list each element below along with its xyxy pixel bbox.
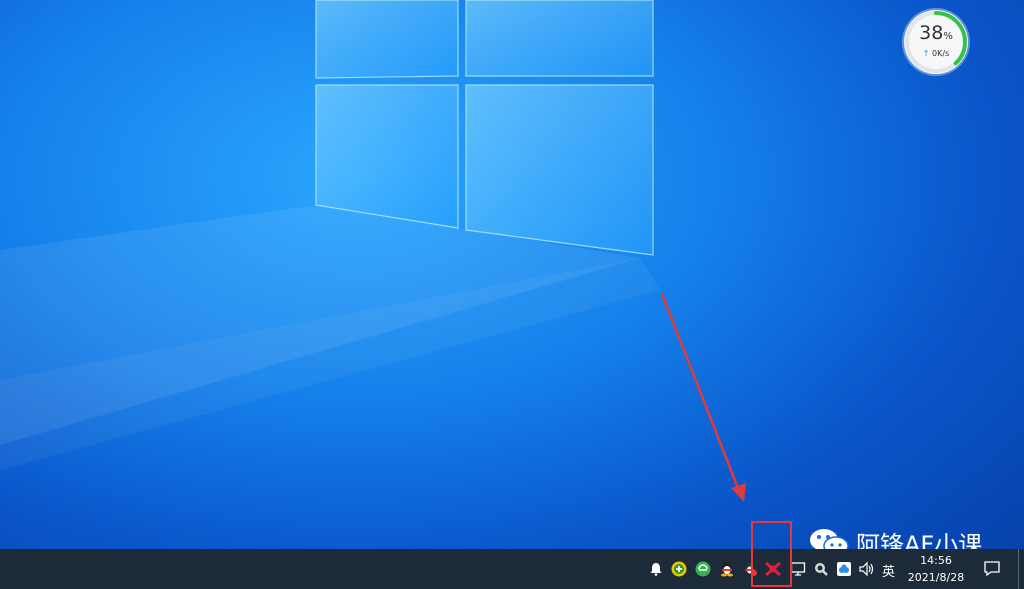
system-monitor-widget[interactable]: 38% ↑ 0K/s [904,10,968,74]
windows-logo-wallpaper [0,0,746,502]
clock-date: 2021/8/28 [907,571,965,584]
system-clock[interactable]: 14:56 2021/8/28 [900,552,972,586]
volume-icon[interactable] [858,560,876,578]
network-speed: ↑ 0K/s [922,49,950,58]
clock-time: 14:56 [920,554,952,567]
annotation-arrow-line [660,293,743,497]
desktop-wallpaper [0,0,1024,549]
annotation-arrow-head [731,483,746,502]
bell-icon[interactable] [647,560,665,578]
green-circle-icon[interactable] [694,560,712,578]
upload-arrow-icon: ↑ [922,49,930,58]
cloud-sync-icon[interactable] [835,560,853,578]
memory-usage-percent: 38% [919,22,953,44]
taskbar [0,549,1024,589]
input-method-indicator[interactable]: 英 [882,561,895,580]
plus-circle-icon[interactable] [670,560,688,578]
show-desktop-button[interactable] [1018,549,1019,589]
action-center-icon[interactable] [983,559,1001,577]
qq-penguin-icon[interactable] [718,560,736,578]
annotation-highlight-box [751,521,792,587]
wrench-icon[interactable] [812,560,830,578]
